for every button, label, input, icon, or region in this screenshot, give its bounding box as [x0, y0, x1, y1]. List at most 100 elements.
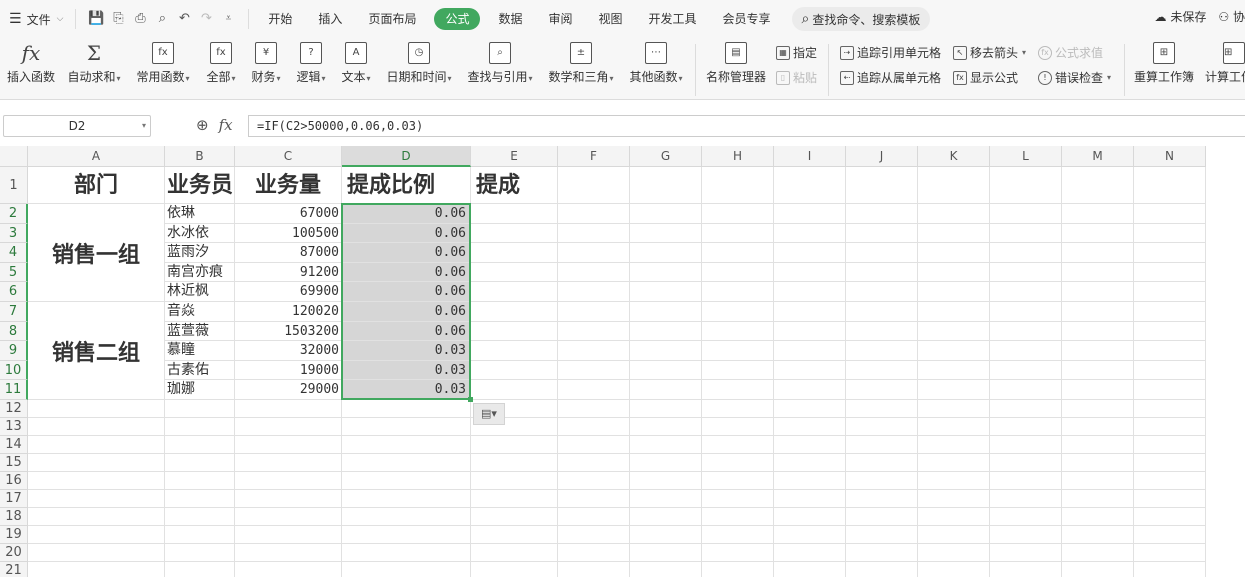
- lookup-button[interactable]: ⌕ 查找与引用▾: [464, 42, 536, 85]
- salesperson-cell[interactable]: 南宫亦痕: [165, 262, 235, 283]
- cell[interactable]: [1134, 243, 1206, 263]
- cell[interactable]: [1134, 341, 1206, 361]
- cell[interactable]: [342, 418, 471, 436]
- cell[interactable]: [1134, 282, 1206, 302]
- cell[interactable]: [1134, 380, 1206, 400]
- rate-cell[interactable]: 0.03: [342, 341, 471, 361]
- cell[interactable]: [165, 490, 235, 508]
- cell[interactable]: [918, 508, 990, 526]
- select-all-corner[interactable]: [0, 146, 28, 167]
- cell[interactable]: [846, 302, 918, 322]
- cell[interactable]: [918, 282, 990, 302]
- cell[interactable]: [702, 167, 774, 204]
- rate-cell[interactable]: 0.06: [342, 302, 471, 322]
- cell[interactable]: [235, 418, 342, 436]
- header-cell-3[interactable]: 提成比例: [342, 167, 471, 204]
- cell[interactable]: [165, 472, 235, 490]
- cell[interactable]: [1062, 360, 1134, 381]
- cell[interactable]: [990, 454, 1062, 472]
- row-header-2[interactable]: 2: [0, 204, 28, 224]
- cell[interactable]: [702, 243, 774, 263]
- cell[interactable]: [630, 223, 702, 244]
- cell[interactable]: [774, 472, 846, 490]
- cell[interactable]: [235, 508, 342, 526]
- cell[interactable]: [630, 204, 702, 224]
- cell[interactable]: [990, 472, 1062, 490]
- cell[interactable]: [1134, 167, 1206, 204]
- cell[interactable]: [342, 400, 471, 418]
- cell[interactable]: [990, 243, 1062, 263]
- row-header-1[interactable]: 1: [0, 167, 28, 204]
- cell[interactable]: [28, 562, 165, 577]
- cell[interactable]: [846, 243, 918, 263]
- cell[interactable]: [990, 400, 1062, 418]
- paste-name-button[interactable]: ▯ 粘贴: [776, 69, 817, 86]
- cell[interactable]: [1062, 282, 1134, 302]
- cell[interactable]: [918, 321, 990, 342]
- cell[interactable]: [1062, 243, 1134, 263]
- cell[interactable]: [471, 380, 558, 400]
- volume-cell[interactable]: 1503200: [235, 321, 342, 342]
- fill-handle[interactable]: [468, 397, 473, 402]
- cell[interactable]: [471, 321, 558, 342]
- cell[interactable]: [846, 562, 918, 577]
- cell[interactable]: [558, 562, 630, 577]
- rate-cell[interactable]: 0.06: [342, 223, 471, 244]
- header-cell-2[interactable]: 业务量: [235, 167, 342, 204]
- tab-7[interactable]: 开发工具: [636, 8, 710, 30]
- common-functions-button[interactable]: fx 常用函数▾: [134, 42, 192, 85]
- cell[interactable]: [630, 526, 702, 544]
- row-header-13[interactable]: 13: [0, 418, 28, 436]
- cell[interactable]: [1134, 526, 1206, 544]
- cell[interactable]: [918, 526, 990, 544]
- cell[interactable]: [235, 436, 342, 454]
- rate-cell[interactable]: 0.06: [342, 243, 471, 263]
- cell[interactable]: [702, 562, 774, 577]
- tab-1[interactable]: 插入: [305, 8, 355, 30]
- header-cell-4[interactable]: 提成: [471, 167, 558, 204]
- cell[interactable]: [1062, 223, 1134, 244]
- cell[interactable]: [1062, 454, 1134, 472]
- cell[interactable]: [630, 341, 702, 361]
- cell[interactable]: [165, 544, 235, 562]
- cell[interactable]: [630, 544, 702, 562]
- cell[interactable]: [471, 508, 558, 526]
- column-header-k[interactable]: K: [918, 146, 990, 167]
- trace-dependents-button[interactable]: ⇠ 追踪从属单元格: [840, 69, 941, 86]
- cell[interactable]: [558, 223, 630, 244]
- all-functions-button[interactable]: fx 全部▾: [203, 42, 239, 85]
- cell[interactable]: [28, 454, 165, 472]
- datetime-button[interactable]: ◷ 日期和时间▾: [383, 42, 455, 85]
- cell[interactable]: [846, 400, 918, 418]
- cell[interactable]: [235, 562, 342, 577]
- cell[interactable]: [702, 302, 774, 322]
- cell[interactable]: [630, 282, 702, 302]
- cell[interactable]: [774, 223, 846, 244]
- cell[interactable]: [918, 562, 990, 577]
- remove-arrows-button[interactable]: ↖ 移去箭头 ▾: [953, 44, 1026, 61]
- column-header-m[interactable]: M: [1062, 146, 1134, 167]
- collaborate[interactable]: ⚇ 协: [1218, 8, 1245, 25]
- cell[interactable]: [702, 321, 774, 342]
- cell[interactable]: [990, 302, 1062, 322]
- cell[interactable]: [1134, 321, 1206, 342]
- format-painter-icon[interactable]: ⎘: [110, 11, 126, 27]
- cell[interactable]: [471, 544, 558, 562]
- cell[interactable]: [918, 360, 990, 381]
- cell[interactable]: [630, 400, 702, 418]
- cell[interactable]: [774, 436, 846, 454]
- row-header-20[interactable]: 20: [0, 544, 28, 562]
- cell[interactable]: [846, 418, 918, 436]
- cell[interactable]: [990, 380, 1062, 400]
- salesperson-cell[interactable]: 音焱: [165, 302, 235, 322]
- cell[interactable]: [630, 472, 702, 490]
- cell[interactable]: [630, 167, 702, 204]
- cell[interactable]: [846, 341, 918, 361]
- cell[interactable]: [165, 454, 235, 472]
- cell[interactable]: [846, 544, 918, 562]
- cell[interactable]: [1062, 400, 1134, 418]
- cell[interactable]: [165, 400, 235, 418]
- cell[interactable]: [471, 302, 558, 322]
- cell[interactable]: [990, 167, 1062, 204]
- header-cell-1[interactable]: 业务员: [165, 167, 235, 204]
